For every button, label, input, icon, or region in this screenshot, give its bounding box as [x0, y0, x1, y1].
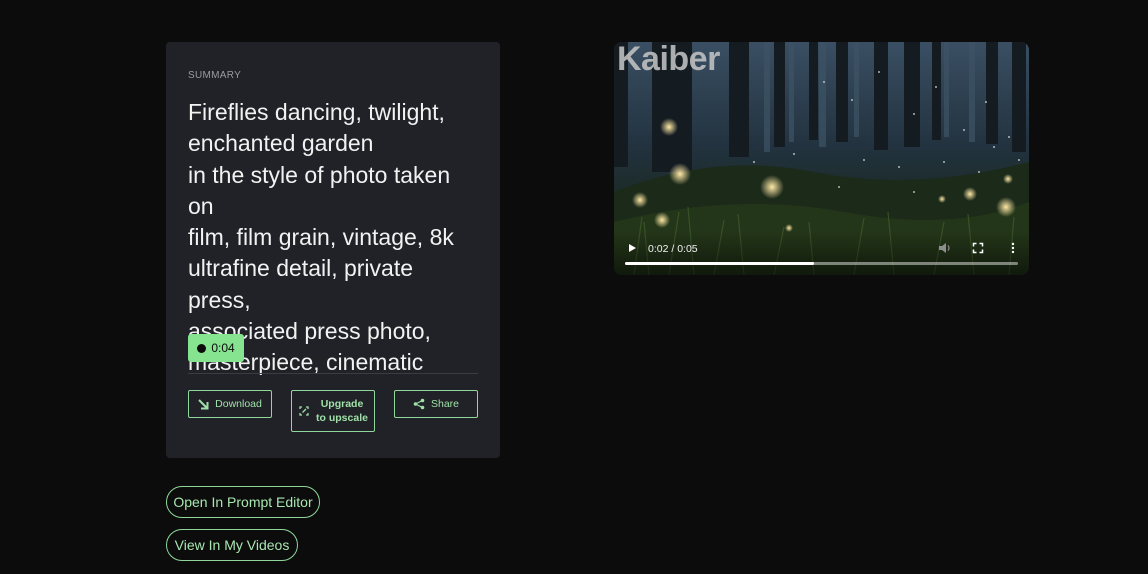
download-label: Download: [215, 398, 262, 410]
prompt-line: enchanted garden: [188, 130, 374, 157]
more-vertical-icon[interactable]: [1007, 242, 1019, 254]
summary-label: SUMMARY: [188, 70, 242, 81]
duration-badge: 0:04: [188, 334, 244, 362]
prompt-line: ultrafine detail, private press,: [188, 255, 414, 313]
share-label: Share: [430, 398, 460, 410]
share-button[interactable]: Share: [394, 390, 478, 418]
volume-icon[interactable]: [938, 242, 952, 254]
video-player[interactable]: Kaiber 0:02 / 0:05: [614, 42, 1029, 275]
video-progress-bar[interactable]: [625, 262, 1018, 265]
divider: [188, 373, 478, 374]
upgrade-label-line: to upscale: [316, 412, 368, 424]
prompt-line: in the style of photo taken on: [188, 161, 451, 219]
prompt-line: Fireflies dancing, twilight,: [188, 99, 445, 125]
video-progress-fill: [625, 262, 814, 265]
upscale-icon: [299, 406, 309, 416]
download-button[interactable]: Download: [188, 390, 272, 418]
record-dot-icon: [197, 343, 207, 353]
upgrade-label: Upgrade to upscale: [316, 397, 368, 425]
open-prompt-editor-button[interactable]: Open In Prompt Editor: [166, 486, 320, 518]
share-icon: [413, 398, 425, 410]
prompt-line: film, film grain, vintage, 8k: [188, 224, 454, 251]
video-timecode: 0:02 / 0:05: [648, 243, 698, 255]
play-icon[interactable]: [626, 242, 638, 254]
download-icon: [198, 398, 209, 409]
upgrade-label-line: Upgrade: [320, 398, 364, 410]
duration-text: 0:04: [211, 341, 235, 355]
upgrade-upscale-button[interactable]: Upgrade to upscale: [291, 390, 375, 432]
view-my-videos-button[interactable]: View In My Videos: [166, 529, 298, 561]
summary-card: SUMMARY Fireflies dancing, twilight, enc…: [166, 42, 500, 458]
watermark-logo: Kaiber: [617, 42, 720, 78]
video-controls: 0:02 / 0:05: [614, 231, 1029, 275]
fullscreen-icon[interactable]: [972, 242, 984, 254]
